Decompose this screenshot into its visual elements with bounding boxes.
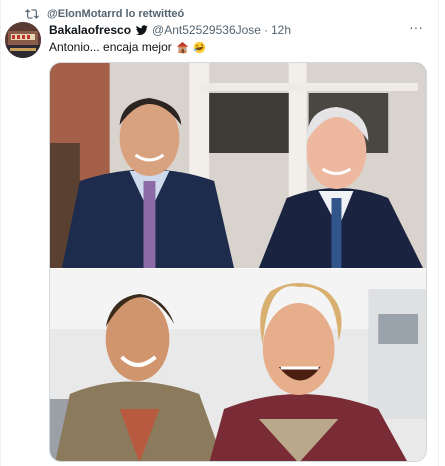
house-emoji-icon xyxy=(176,41,189,54)
retweet-icon xyxy=(25,7,39,21)
photo-movie-scene[interactable] xyxy=(50,269,426,461)
separator-dot: · xyxy=(263,23,268,37)
tweet-card[interactable]: @ElonMotarrd lo retwitteó Bakalaofresco … xyxy=(0,0,439,466)
photo-politicians[interactable] xyxy=(50,63,426,268)
tweet-text: Antonio... encaja mejor xyxy=(49,38,206,56)
avatar[interactable] xyxy=(5,22,41,58)
retweet-text[interactable]: @ElonMotarrd lo retwitteó xyxy=(47,8,184,20)
tweet-header: Bakalaofresco @Ant52529536Jose · 12h xyxy=(49,22,430,38)
user-handle[interactable]: @Ant52529536Jose xyxy=(152,23,261,37)
display-name[interactable]: Bakalaofresco xyxy=(49,23,131,37)
more-options-button[interactable]: ··· xyxy=(406,20,426,38)
tweet-media[interactable] xyxy=(49,62,427,462)
rofl-emoji-icon xyxy=(193,41,206,54)
timestamp[interactable]: 12h xyxy=(271,23,291,37)
twitter-bird-icon xyxy=(135,24,148,36)
retweet-indicator: @ElonMotarrd lo retwitteó xyxy=(25,6,184,22)
tweet-body: Antonio... encaja mejor xyxy=(49,40,172,54)
